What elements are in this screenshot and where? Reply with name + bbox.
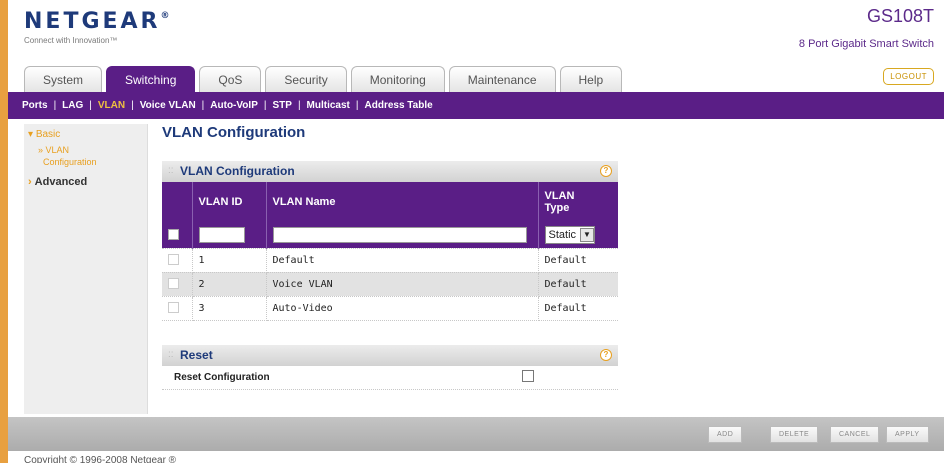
header: NETGEAR® Connect with Innovation™ GS108T… (8, 0, 944, 64)
page: NETGEAR® Connect with Innovation™ GS108T… (8, 0, 944, 463)
vlan-type-cell: Default (538, 248, 618, 273)
row-checkbox[interactable] (168, 254, 179, 266)
table-header-row: VLAN ID VLAN Name VLAN Type (162, 182, 618, 222)
tab-security[interactable]: Security (265, 66, 347, 92)
add-button[interactable]: ADD (708, 426, 743, 443)
panel-header: :: VLAN Configuration ? (162, 161, 618, 182)
nav-basic[interactable]: ▾ Basic (28, 129, 60, 140)
row-checkbox[interactable] (168, 278, 179, 290)
panel-title: Reset (180, 348, 213, 362)
vlan-type-cell: Default (538, 272, 618, 297)
vlan-type-cell: Default (538, 296, 618, 321)
cancel-button[interactable]: CANCEL (830, 426, 880, 443)
subnav-separator: | (89, 100, 92, 111)
select-all-checkbox[interactable] (168, 229, 179, 240)
help-icon[interactable]: ? (600, 349, 612, 361)
reset-configuration-label: Reset Configuration (174, 372, 270, 383)
sub-navigation: Ports | LAG | VLAN | Voice VLAN | Auto-VoIP |… (8, 92, 944, 119)
table-row[interactable]: 1 Default Default (162, 248, 618, 273)
delete-button[interactable]: DELETE (770, 426, 819, 443)
table-row[interactable]: 3 Auto-Video Default (162, 296, 618, 321)
vlan-name-input[interactable] (272, 226, 527, 243)
vlan-id-cell: 2 (192, 272, 267, 297)
logout-button[interactable]: LOGOUT (883, 68, 934, 85)
tab-qos[interactable]: QoS (199, 66, 262, 92)
header-vlan-name: VLAN Name (266, 182, 539, 222)
model-description: 8 Port Gigabit Smart Switch (798, 38, 934, 50)
vlan-id-cell: 1 (192, 248, 267, 273)
reset-configuration-row: Reset Configuration (162, 366, 618, 390)
vlan-table: VLAN ID VLAN Name VLAN Type Static ▼ 1 Def… (162, 182, 618, 321)
header-select (162, 182, 193, 222)
page-title: VLAN Configuration (162, 124, 306, 141)
netgear-logo: NETGEAR® (24, 9, 170, 34)
nav-advanced[interactable]: › Advanced (28, 176, 87, 188)
model-name: GS108T (866, 6, 934, 26)
subnav-multicast[interactable]: Multicast (307, 100, 350, 111)
tab-system[interactable]: System (24, 66, 103, 92)
main-tabs: System Switching QoS Security Monitoring… (24, 66, 623, 92)
vlan-id-input[interactable] (198, 226, 245, 243)
vlan-name-cell: Auto-Video (266, 296, 539, 321)
row-checkbox[interactable] (168, 302, 179, 314)
vlan-name-cell: Default (266, 248, 539, 273)
vlan-configuration-panel: :: VLAN Configuration ? VLAN ID VLAN Nam… (162, 161, 618, 321)
subnav-voice-vlan[interactable]: Voice VLAN (140, 100, 196, 111)
panel-title: VLAN Configuration (180, 164, 295, 178)
apply-button[interactable]: APPLY (886, 426, 929, 443)
tab-help[interactable]: Help (559, 66, 623, 92)
grip-icon: :: (168, 349, 174, 360)
subnav-auto-voip[interactable]: Auto-VoIP (210, 100, 258, 111)
chevron-right-icon: › (28, 176, 32, 188)
grip-icon: :: (168, 165, 174, 176)
help-icon[interactable]: ? (600, 165, 612, 177)
subnav-ports[interactable]: Ports (22, 100, 48, 111)
subnav-lag[interactable]: LAG (62, 100, 83, 111)
header-vlan-type: VLAN Type (538, 182, 618, 222)
header-vlan-id: VLAN ID (192, 182, 267, 222)
nav-vlan-configuration[interactable]: » VLAN Configuration (38, 144, 97, 168)
subnav-stp[interactable]: STP (272, 100, 291, 111)
reset-configuration-checkbox[interactable] (522, 370, 534, 382)
panel-header: :: Reset ? (162, 345, 618, 366)
left-navigation: ▾ Basic » VLAN Configuration › Advanced (24, 124, 148, 414)
chevron-down-icon: ▾ (28, 129, 36, 140)
subnav-separator: | (355, 100, 359, 111)
subnav-separator: | (53, 100, 57, 111)
subnav-address-table[interactable]: Address Table (365, 100, 433, 111)
vlan-id-cell: 3 (192, 296, 267, 321)
vlan-type-select[interactable]: Static ▼ (544, 225, 596, 244)
subnav-separator: | (263, 100, 267, 111)
tab-maintenance[interactable]: Maintenance (448, 66, 556, 92)
tab-switching[interactable]: Switching (106, 66, 196, 92)
footer-bar: ADD DELETE CANCEL APPLY (8, 417, 944, 451)
subnav-separator: | (297, 100, 301, 111)
subnav-separator: | (201, 100, 205, 111)
subnav-vlan[interactable]: VLAN (98, 100, 125, 111)
copyright: Copyright © 1996-2008 Netgear ® (24, 455, 177, 463)
new-vlan-row: Static ▼ (162, 222, 618, 249)
chevron-down-icon: ▼ (580, 227, 595, 242)
tab-monitoring[interactable]: Monitoring (350, 66, 445, 92)
tagline: Connect with Innovation™ (24, 36, 118, 45)
table-row[interactable]: 2 Voice VLAN Default (162, 272, 618, 297)
reset-panel: :: Reset ? Reset Configuration (162, 345, 618, 390)
vlan-name-cell: Voice VLAN (266, 272, 539, 297)
subnav-separator: | (131, 100, 134, 111)
